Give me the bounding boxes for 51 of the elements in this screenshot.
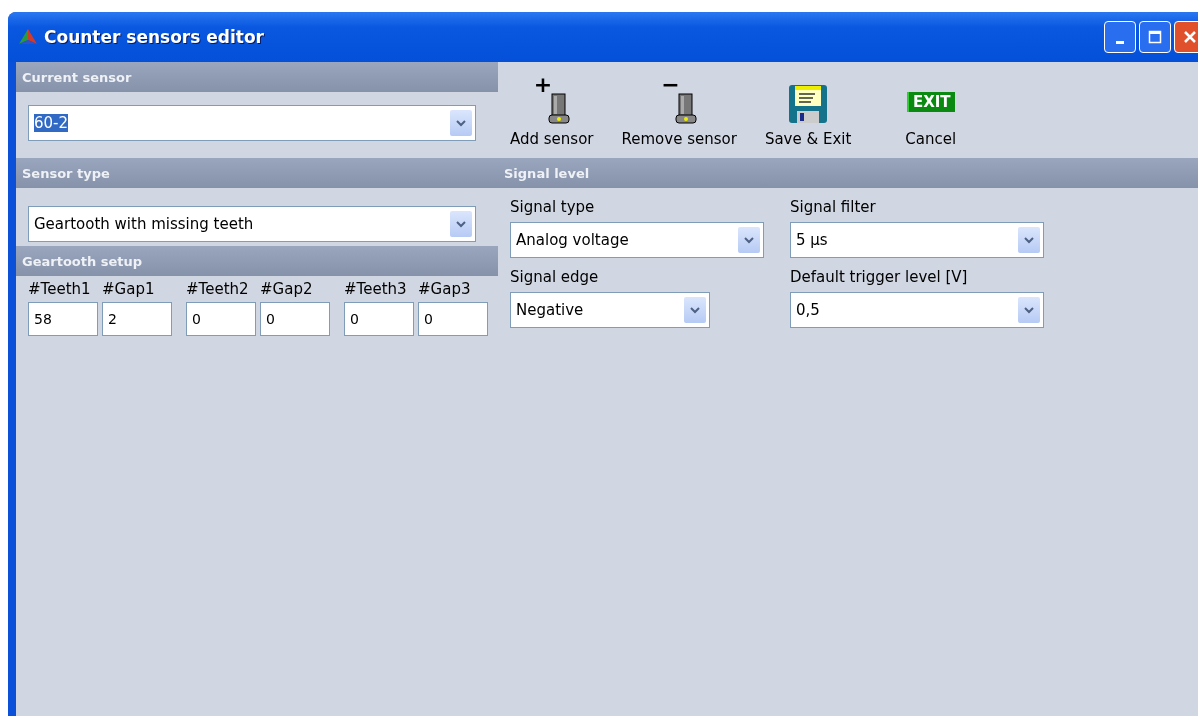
window-title: Counter sensors editor xyxy=(44,27,264,47)
field-label: Signal type xyxy=(510,198,596,218)
section-header: Sensor type xyxy=(16,158,498,188)
field-label: #Teeth2 xyxy=(186,280,250,300)
toolbar-button[interactable]: − Remove sensor xyxy=(621,68,737,158)
field-label: #Gap3 xyxy=(418,280,472,300)
dropdown-arrow-button[interactable] xyxy=(1018,297,1040,323)
field-label: #Gap1 xyxy=(102,280,156,300)
exit-sign-icon: EXIT xyxy=(906,92,955,112)
number-field[interactable]: 0 xyxy=(344,302,414,336)
dropdown[interactable]: Negative xyxy=(510,292,710,328)
chevron-down-icon xyxy=(1024,236,1034,244)
section-header: Geartooth setup xyxy=(16,246,498,276)
field-label: Signal edge xyxy=(510,268,600,288)
number-field[interactable]: 0 xyxy=(418,302,488,336)
chevron-down-icon xyxy=(744,236,754,244)
close-button[interactable] xyxy=(1174,21,1198,53)
dropdown-arrow-button[interactable] xyxy=(1018,227,1040,253)
dropdown-arrow-button[interactable] xyxy=(738,227,760,253)
field-label: Default trigger level [V] xyxy=(790,268,969,288)
number-field[interactable]: 2 xyxy=(102,302,172,336)
number-field[interactable]: 0 xyxy=(186,302,256,336)
dropdown[interactable]: 0,5 xyxy=(790,292,1044,328)
chevron-down-icon xyxy=(456,119,466,127)
section-header: Signal level xyxy=(498,158,1198,188)
number-field[interactable]: 58 xyxy=(28,302,98,336)
pyramid-icon xyxy=(18,28,38,46)
toolbar-button[interactable]: Save & Exit xyxy=(764,68,852,158)
minimize-icon xyxy=(1116,40,1124,44)
dropdown-arrow-button[interactable] xyxy=(450,211,472,237)
close-icon xyxy=(1183,30,1197,44)
toolbar-button[interactable]: EXIT Cancel xyxy=(905,68,957,158)
chevron-down-icon xyxy=(456,220,466,228)
field-label: #Teeth1 xyxy=(28,280,92,300)
field-label: #Gap2 xyxy=(260,280,314,300)
dropdown-arrow-button[interactable] xyxy=(684,297,706,323)
maximize-button[interactable] xyxy=(1139,21,1171,53)
field-label: #Teeth3 xyxy=(344,280,408,300)
toolbar-button[interactable]: + Add sensor xyxy=(510,68,594,158)
sensor-type-dropdown[interactable]: Geartooth with missing teeth xyxy=(28,206,476,242)
dropdown-arrow-button[interactable] xyxy=(450,110,472,136)
chevron-down-icon xyxy=(1024,306,1034,314)
section-header: Current sensor xyxy=(16,62,498,92)
number-field[interactable]: 0 xyxy=(260,302,330,336)
field-label: Signal filter xyxy=(790,198,877,218)
minimize-button[interactable] xyxy=(1104,21,1136,53)
chevron-down-icon xyxy=(690,306,700,314)
dropdown[interactable]: 5 µs xyxy=(790,222,1044,258)
maximize-icon xyxy=(1148,30,1162,44)
sensor-dropdown[interactable]: 60-2 xyxy=(28,105,476,141)
dropdown[interactable]: Analog voltage xyxy=(510,222,764,258)
